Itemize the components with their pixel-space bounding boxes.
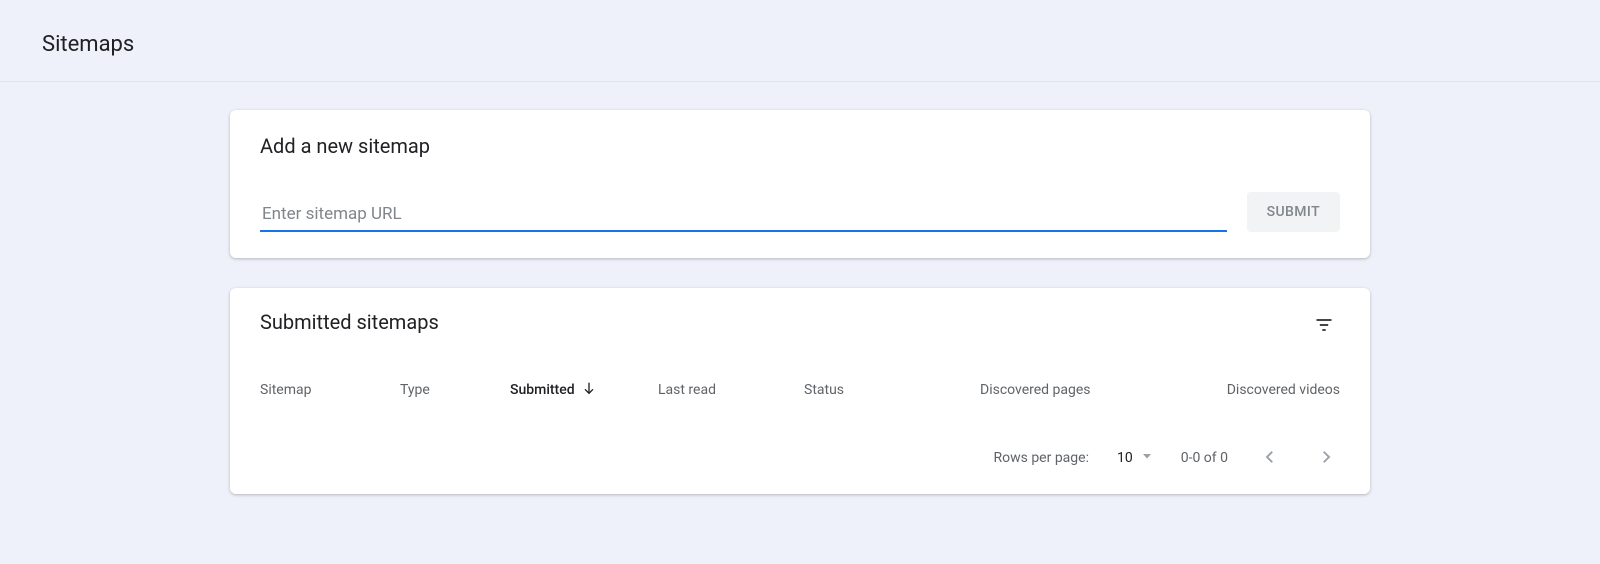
filter-button[interactable]: [1308, 310, 1340, 342]
rows-per-page-label: Rows per page:: [993, 450, 1088, 466]
main-container: Add a new sitemap SUBMIT Submitted sitem…: [230, 82, 1370, 544]
column-pages[interactable]: Discovered pages: [980, 382, 1166, 398]
filter-icon: [1314, 315, 1334, 338]
dropdown-icon: [1141, 450, 1153, 466]
table-header-row: Sitemap Type Submitted Last read Status …: [230, 342, 1370, 416]
column-submitted-label: Submitted: [510, 382, 575, 398]
add-sitemap-title: Add a new sitemap: [260, 134, 1340, 158]
column-sitemap[interactable]: Sitemap: [260, 382, 400, 398]
column-status[interactable]: Status: [804, 382, 980, 398]
submitted-sitemaps-title: Submitted sitemaps: [260, 310, 439, 334]
column-submitted[interactable]: Submitted: [510, 380, 658, 400]
rows-per-page-value: 10: [1117, 450, 1133, 466]
sitemap-url-input[interactable]: [260, 198, 1227, 232]
submit-button[interactable]: SUBMIT: [1247, 192, 1340, 232]
column-videos[interactable]: Discovered videos: [1166, 382, 1340, 398]
prev-page-button[interactable]: [1256, 444, 1284, 472]
column-type[interactable]: Type: [400, 382, 510, 398]
chevron-left-icon: [1261, 448, 1279, 469]
rows-per-page-select[interactable]: 10: [1117, 450, 1153, 466]
submitted-sitemaps-card: Submitted sitemaps Sitemap Type Submitte…: [230, 288, 1370, 494]
chevron-right-icon: [1317, 448, 1335, 469]
page-header: Sitemaps: [0, 0, 1600, 82]
next-page-button[interactable]: [1312, 444, 1340, 472]
column-lastread[interactable]: Last read: [658, 382, 804, 398]
page-title: Sitemaps: [42, 32, 1600, 57]
sort-desc-icon: [575, 380, 597, 400]
pagination-range: 0-0 of 0: [1181, 450, 1228, 466]
table-pagination: Rows per page: 10 0-0 of 0: [230, 416, 1370, 494]
add-sitemap-card: Add a new sitemap SUBMIT: [230, 110, 1370, 258]
